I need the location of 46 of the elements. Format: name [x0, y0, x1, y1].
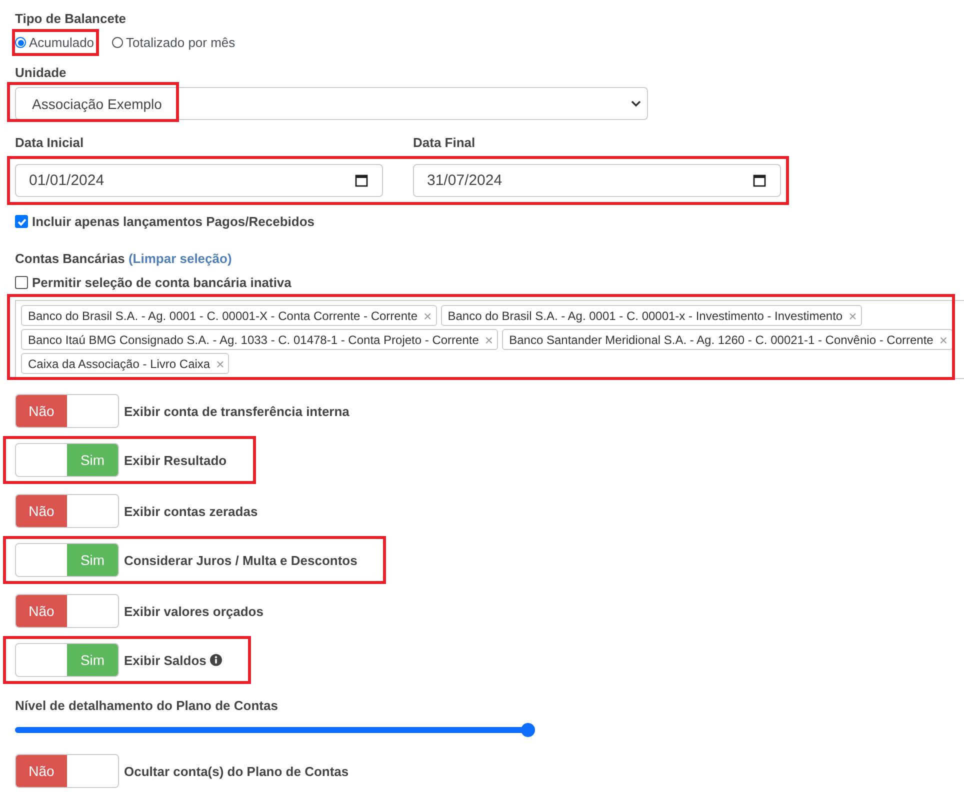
remove-button[interactable]: × — [484, 332, 494, 348]
toggle-switch[interactable]: Não — [15, 594, 119, 628]
tag-label: Banco Santander Meridional S.A. - Ag. 1260 - C. 00021-1 - Convênio - Corrente — [509, 332, 934, 346]
tag-label: Banco Itaú BMG Consignado S.A. - Ag. 1033 - C. 01478-1 - Conta Projeto - Corrente — [28, 332, 479, 346]
toggle-switch[interactable]: Sim — [15, 543, 119, 577]
tag-label: Banco do Brasil S.A. - Ag. 0001 - C. 00001-X - Conta Corrente - Corrente — [28, 308, 418, 322]
remove-button[interactable]: × — [848, 308, 857, 324]
radio-label: Acumulado — [29, 35, 94, 50]
radio-button[interactable] — [15, 37, 26, 48]
date-field[interactable]: 31/07/2024 — [413, 164, 781, 197]
option-label: Exibir valores orçados — [124, 604, 264, 618]
field-label: Unidade — [15, 65, 68, 80]
toggle-switch[interactable]: Não — [15, 394, 119, 428]
toggle-switch[interactable]: Sim — [15, 643, 119, 677]
checkbox-label: Permitir seleção de conta bancária inativa — [32, 275, 292, 290]
tag-label: Caixa da Associação - Livro Caixa — [28, 356, 210, 370]
date-field[interactable]: 01/01/2024 — [15, 164, 383, 197]
chevron-down-icon — [631, 100, 641, 107]
calendar-icon — [753, 174, 766, 187]
toggle-switch[interactable]: Não — [15, 494, 119, 528]
remove-button[interactable]: × — [939, 332, 948, 348]
slider-label: Nível de detalhamento do Plano de Contas — [15, 698, 278, 713]
toggle-switch[interactable]: Sim — [15, 443, 119, 477]
radio-label: Totalizado por mês — [126, 35, 236, 50]
radio-button[interactable] — [112, 37, 124, 48]
slider-handle[interactable] — [521, 723, 535, 737]
toggle-switch[interactable]: Não — [15, 754, 119, 788]
calendar-icon — [355, 174, 368, 187]
option-label: Ocultar conta(s) do Plano de Contas — [124, 764, 349, 778]
tag-label: Banco do Brasil S.A. - Ag. 0001 - C. 00001-x - Investimento - Investimento — [448, 308, 843, 322]
remove-button[interactable]: × — [216, 356, 224, 372]
checkbox-label: Incluir apenas lançamentos Pagos/Recebidos — [32, 214, 314, 229]
field-label: Data Final — [413, 135, 476, 150]
field-label: Tipo de Balancete — [15, 11, 128, 26]
checkbox[interactable] — [15, 276, 28, 289]
option-label: Considerar Juros / Multa e Descontos — [124, 552, 358, 568]
option-label: Exibir contas zeradas — [124, 504, 258, 518]
clear-selection-link[interactable]: (Limpar seleção) — [128, 251, 232, 266]
option-label: Exibir conta de transferência interna — [124, 404, 350, 418]
option-label: Exibir Resultado — [124, 452, 227, 468]
select-field[interactable]: Associação Exemplo — [15, 87, 648, 120]
field-label: Contas Bancárias — [15, 251, 125, 266]
checkbox[interactable] — [15, 215, 28, 228]
remove-button[interactable]: × — [424, 308, 432, 324]
field-label: Data Inicial — [15, 135, 85, 150]
option-label: Exibir Saldos — [124, 652, 206, 668]
